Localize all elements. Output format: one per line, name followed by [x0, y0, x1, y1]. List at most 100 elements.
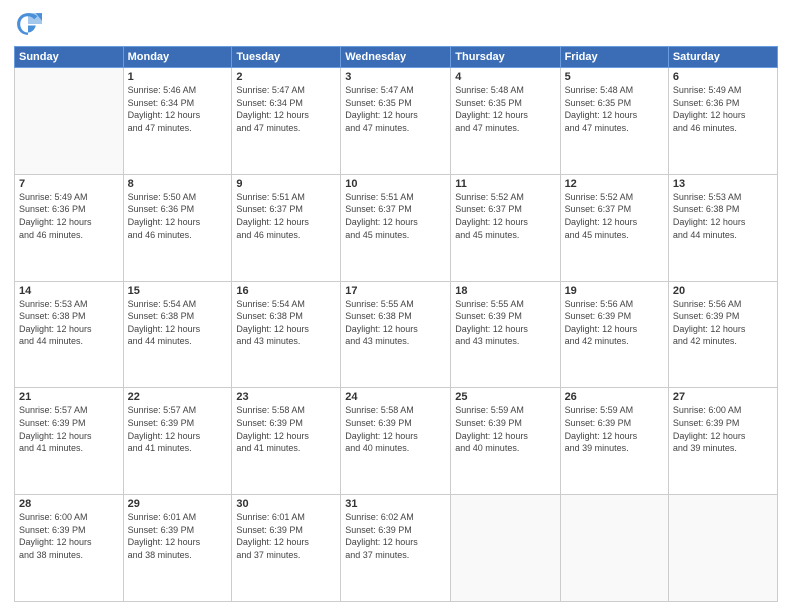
day-number: 5 [565, 71, 664, 83]
weekday-header-thursday: Thursday [451, 47, 560, 68]
day-info: Sunrise: 6:01 AM Sunset: 6:39 PM Dayligh… [236, 511, 336, 561]
day-number: 18 [455, 285, 555, 297]
day-info: Sunrise: 5:51 AM Sunset: 6:37 PM Dayligh… [345, 191, 446, 241]
logo [14, 10, 46, 38]
day-number: 9 [236, 178, 336, 190]
day-number: 17 [345, 285, 446, 297]
day-cell: 10Sunrise: 5:51 AM Sunset: 6:37 PM Dayli… [341, 174, 451, 281]
day-cell: 14Sunrise: 5:53 AM Sunset: 6:38 PM Dayli… [15, 281, 124, 388]
day-info: Sunrise: 5:58 AM Sunset: 6:39 PM Dayligh… [236, 404, 336, 454]
day-info: Sunrise: 5:59 AM Sunset: 6:39 PM Dayligh… [565, 404, 664, 454]
day-number: 4 [455, 71, 555, 83]
day-number: 12 [565, 178, 664, 190]
weekday-header-row: SundayMondayTuesdayWednesdayThursdayFrid… [15, 47, 778, 68]
day-info: Sunrise: 5:48 AM Sunset: 6:35 PM Dayligh… [455, 84, 555, 134]
day-cell: 28Sunrise: 6:00 AM Sunset: 6:39 PM Dayli… [15, 495, 124, 602]
day-number: 2 [236, 71, 336, 83]
day-cell: 20Sunrise: 5:56 AM Sunset: 6:39 PM Dayli… [668, 281, 777, 388]
day-cell: 23Sunrise: 5:58 AM Sunset: 6:39 PM Dayli… [232, 388, 341, 495]
day-info: Sunrise: 5:55 AM Sunset: 6:38 PM Dayligh… [345, 298, 446, 348]
day-cell: 12Sunrise: 5:52 AM Sunset: 6:37 PM Dayli… [560, 174, 668, 281]
day-number: 13 [673, 178, 773, 190]
day-info: Sunrise: 6:01 AM Sunset: 6:39 PM Dayligh… [128, 511, 228, 561]
day-info: Sunrise: 6:00 AM Sunset: 6:39 PM Dayligh… [19, 511, 119, 561]
day-number: 8 [128, 178, 228, 190]
day-number: 25 [455, 391, 555, 403]
week-row-4: 21Sunrise: 5:57 AM Sunset: 6:39 PM Dayli… [15, 388, 778, 495]
calendar: SundayMondayTuesdayWednesdayThursdayFrid… [14, 46, 778, 602]
day-cell [668, 495, 777, 602]
day-number: 7 [19, 178, 119, 190]
weekday-header-sunday: Sunday [15, 47, 124, 68]
day-number: 16 [236, 285, 336, 297]
week-row-2: 7Sunrise: 5:49 AM Sunset: 6:36 PM Daylig… [15, 174, 778, 281]
weekday-header-monday: Monday [123, 47, 232, 68]
day-info: Sunrise: 5:51 AM Sunset: 6:37 PM Dayligh… [236, 191, 336, 241]
page: SundayMondayTuesdayWednesdayThursdayFrid… [0, 0, 792, 612]
day-number: 15 [128, 285, 228, 297]
day-number: 19 [565, 285, 664, 297]
weekday-header-tuesday: Tuesday [232, 47, 341, 68]
day-info: Sunrise: 5:54 AM Sunset: 6:38 PM Dayligh… [236, 298, 336, 348]
day-cell: 24Sunrise: 5:58 AM Sunset: 6:39 PM Dayli… [341, 388, 451, 495]
day-cell [560, 495, 668, 602]
header [14, 10, 778, 38]
day-number: 31 [345, 498, 446, 510]
day-info: Sunrise: 6:00 AM Sunset: 6:39 PM Dayligh… [673, 404, 773, 454]
day-cell: 9Sunrise: 5:51 AM Sunset: 6:37 PM Daylig… [232, 174, 341, 281]
day-info: Sunrise: 5:49 AM Sunset: 6:36 PM Dayligh… [19, 191, 119, 241]
day-cell: 25Sunrise: 5:59 AM Sunset: 6:39 PM Dayli… [451, 388, 560, 495]
day-number: 10 [345, 178, 446, 190]
day-info: Sunrise: 5:52 AM Sunset: 6:37 PM Dayligh… [455, 191, 555, 241]
day-number: 22 [128, 391, 228, 403]
day-info: Sunrise: 5:47 AM Sunset: 6:34 PM Dayligh… [236, 84, 336, 134]
day-info: Sunrise: 5:53 AM Sunset: 6:38 PM Dayligh… [19, 298, 119, 348]
day-cell: 3Sunrise: 5:47 AM Sunset: 6:35 PM Daylig… [341, 68, 451, 175]
day-cell: 16Sunrise: 5:54 AM Sunset: 6:38 PM Dayli… [232, 281, 341, 388]
day-number: 23 [236, 391, 336, 403]
day-cell: 18Sunrise: 5:55 AM Sunset: 6:39 PM Dayli… [451, 281, 560, 388]
weekday-header-saturday: Saturday [668, 47, 777, 68]
day-cell: 22Sunrise: 5:57 AM Sunset: 6:39 PM Dayli… [123, 388, 232, 495]
logo-icon [14, 10, 42, 38]
day-number: 6 [673, 71, 773, 83]
day-cell: 26Sunrise: 5:59 AM Sunset: 6:39 PM Dayli… [560, 388, 668, 495]
day-info: Sunrise: 5:52 AM Sunset: 6:37 PM Dayligh… [565, 191, 664, 241]
day-cell: 19Sunrise: 5:56 AM Sunset: 6:39 PM Dayli… [560, 281, 668, 388]
day-cell: 31Sunrise: 6:02 AM Sunset: 6:39 PM Dayli… [341, 495, 451, 602]
day-cell [451, 495, 560, 602]
day-cell: 1Sunrise: 5:46 AM Sunset: 6:34 PM Daylig… [123, 68, 232, 175]
week-row-3: 14Sunrise: 5:53 AM Sunset: 6:38 PM Dayli… [15, 281, 778, 388]
day-number: 24 [345, 391, 446, 403]
day-info: Sunrise: 6:02 AM Sunset: 6:39 PM Dayligh… [345, 511, 446, 561]
day-info: Sunrise: 5:58 AM Sunset: 6:39 PM Dayligh… [345, 404, 446, 454]
day-cell: 13Sunrise: 5:53 AM Sunset: 6:38 PM Dayli… [668, 174, 777, 281]
day-info: Sunrise: 5:54 AM Sunset: 6:38 PM Dayligh… [128, 298, 228, 348]
day-cell: 8Sunrise: 5:50 AM Sunset: 6:36 PM Daylig… [123, 174, 232, 281]
day-number: 26 [565, 391, 664, 403]
day-info: Sunrise: 5:53 AM Sunset: 6:38 PM Dayligh… [673, 191, 773, 241]
day-number: 11 [455, 178, 555, 190]
day-cell: 15Sunrise: 5:54 AM Sunset: 6:38 PM Dayli… [123, 281, 232, 388]
day-info: Sunrise: 5:56 AM Sunset: 6:39 PM Dayligh… [565, 298, 664, 348]
day-number: 27 [673, 391, 773, 403]
day-number: 30 [236, 498, 336, 510]
day-number: 1 [128, 71, 228, 83]
day-info: Sunrise: 5:49 AM Sunset: 6:36 PM Dayligh… [673, 84, 773, 134]
day-cell: 11Sunrise: 5:52 AM Sunset: 6:37 PM Dayli… [451, 174, 560, 281]
week-row-1: 1Sunrise: 5:46 AM Sunset: 6:34 PM Daylig… [15, 68, 778, 175]
day-cell: 21Sunrise: 5:57 AM Sunset: 6:39 PM Dayli… [15, 388, 124, 495]
day-cell: 27Sunrise: 6:00 AM Sunset: 6:39 PM Dayli… [668, 388, 777, 495]
day-number: 14 [19, 285, 119, 297]
day-cell: 7Sunrise: 5:49 AM Sunset: 6:36 PM Daylig… [15, 174, 124, 281]
weekday-header-wednesday: Wednesday [341, 47, 451, 68]
day-cell: 5Sunrise: 5:48 AM Sunset: 6:35 PM Daylig… [560, 68, 668, 175]
day-info: Sunrise: 5:59 AM Sunset: 6:39 PM Dayligh… [455, 404, 555, 454]
day-cell [15, 68, 124, 175]
day-number: 29 [128, 498, 228, 510]
day-info: Sunrise: 5:56 AM Sunset: 6:39 PM Dayligh… [673, 298, 773, 348]
day-number: 3 [345, 71, 446, 83]
day-cell: 4Sunrise: 5:48 AM Sunset: 6:35 PM Daylig… [451, 68, 560, 175]
day-info: Sunrise: 5:48 AM Sunset: 6:35 PM Dayligh… [565, 84, 664, 134]
week-row-5: 28Sunrise: 6:00 AM Sunset: 6:39 PM Dayli… [15, 495, 778, 602]
